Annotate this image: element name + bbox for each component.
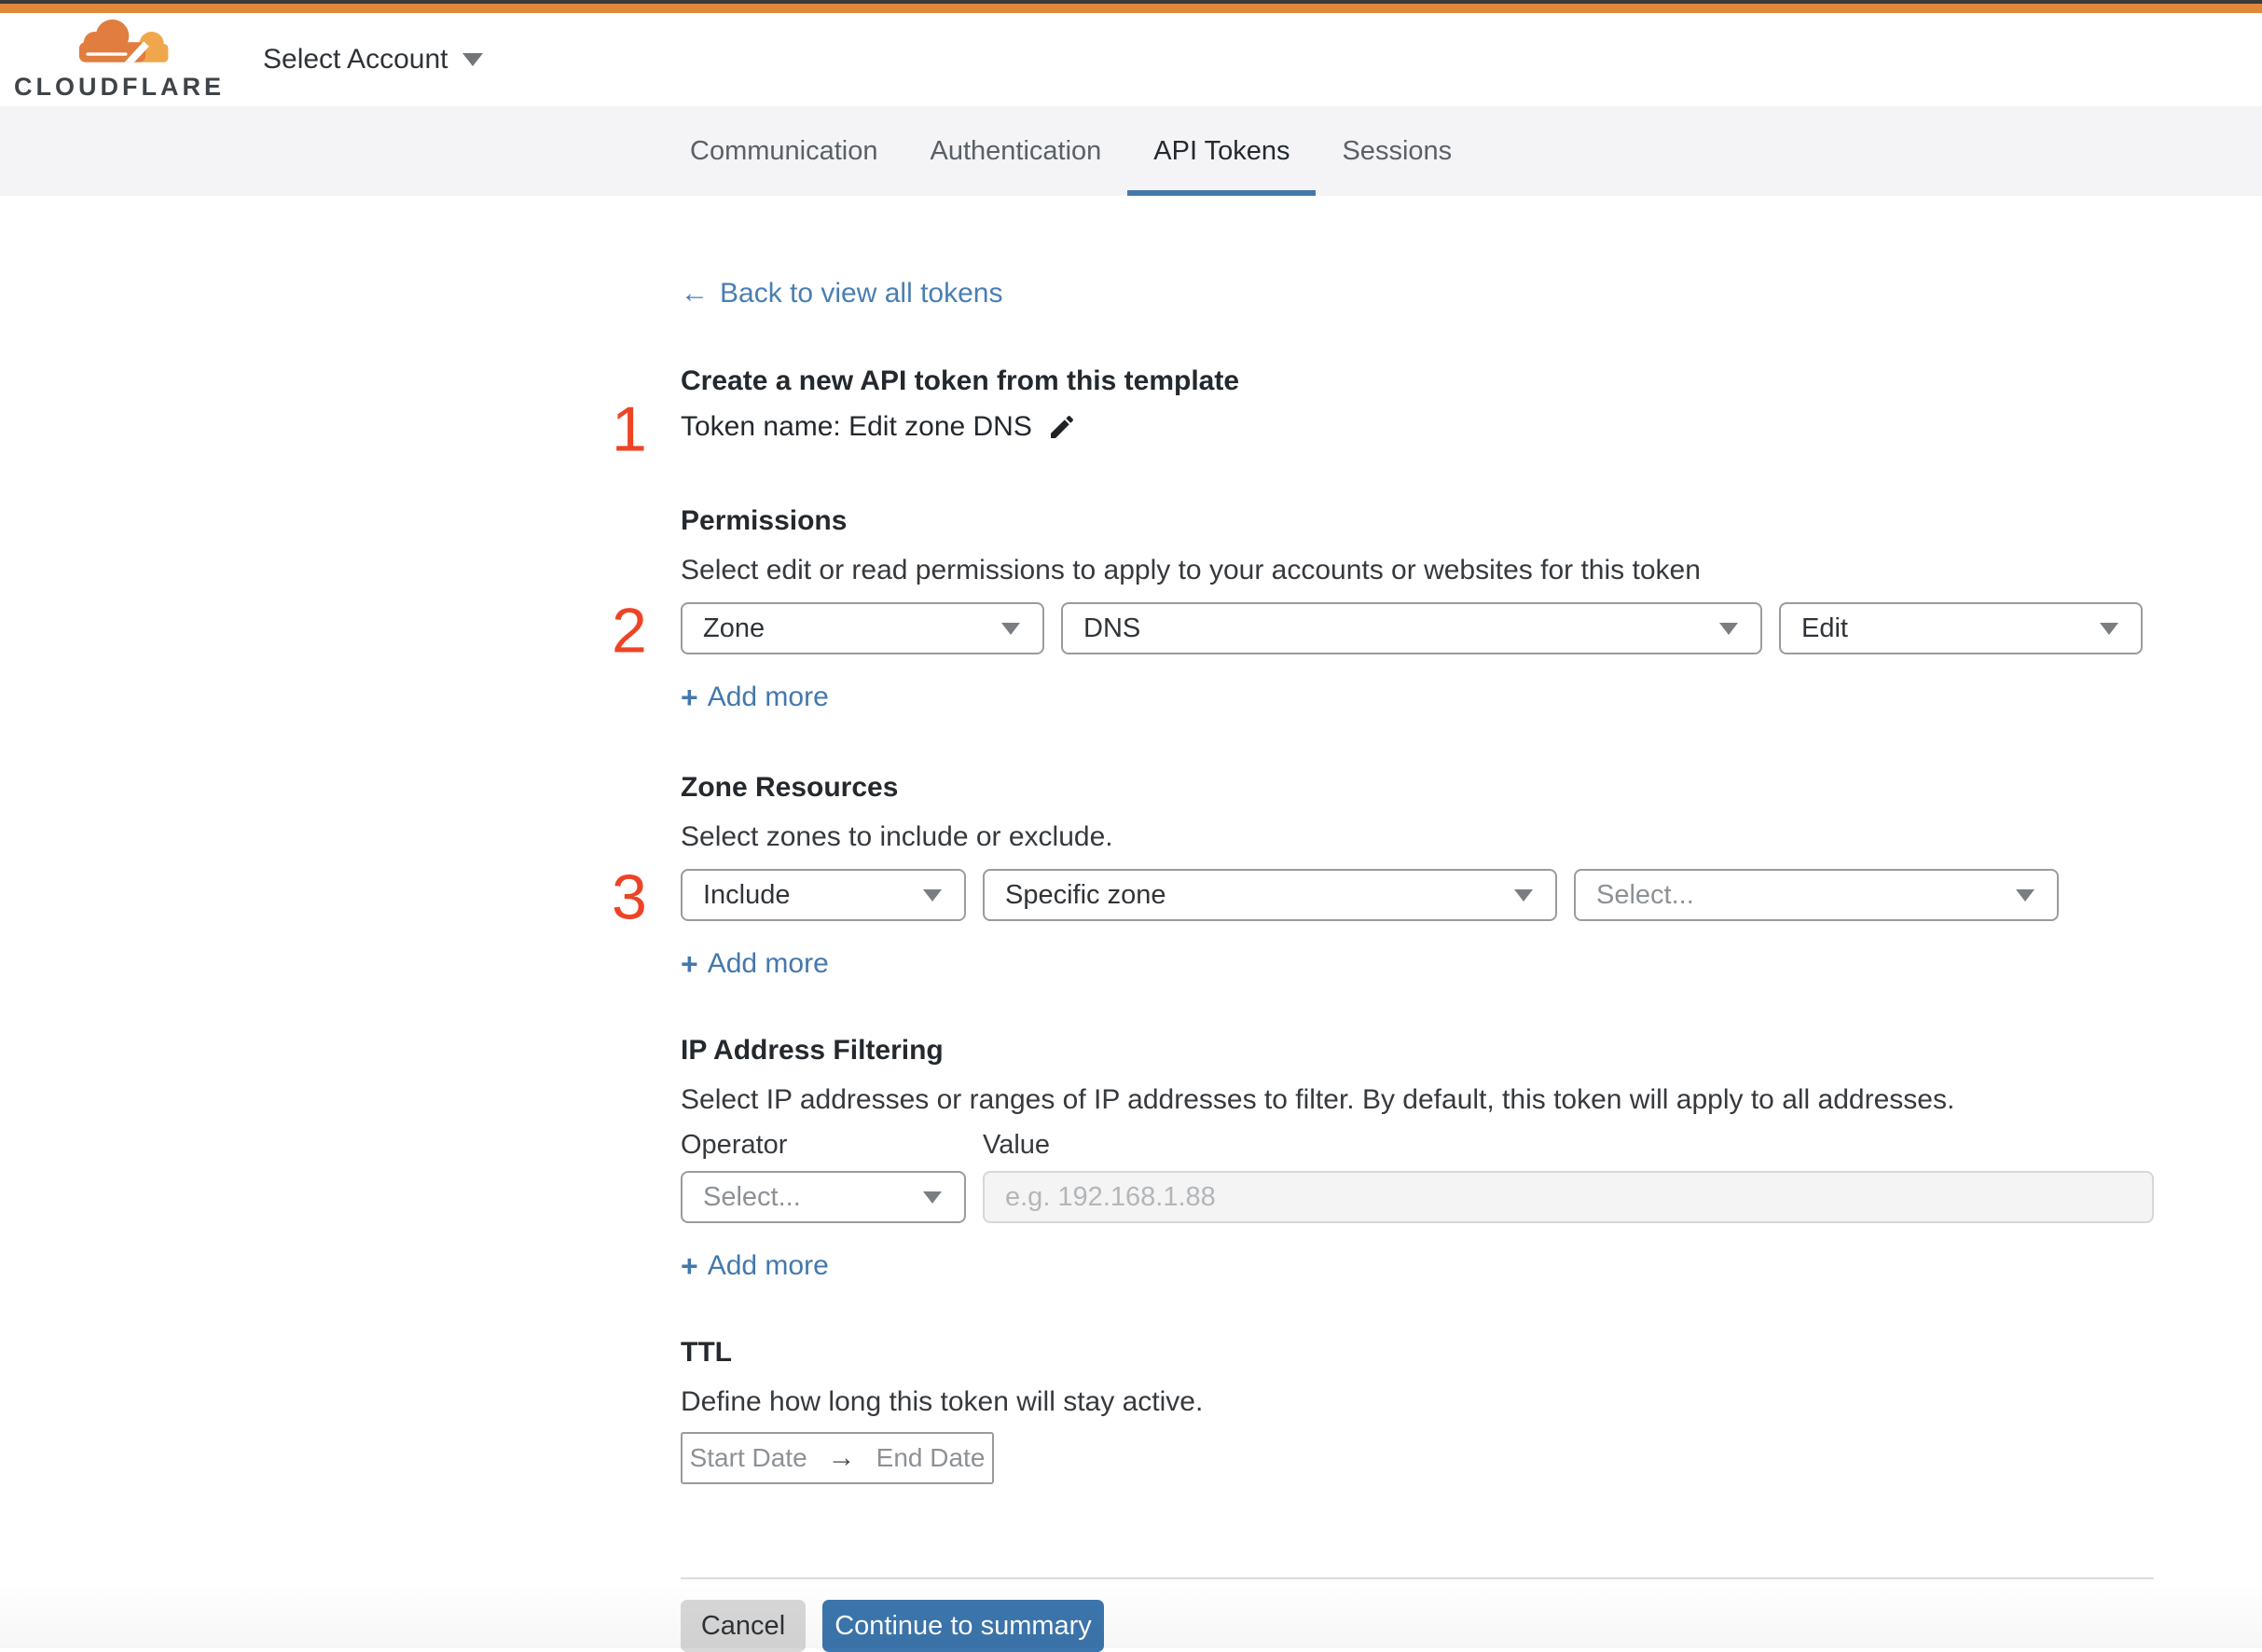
ttl-date-range-picker[interactable]: Start Date → End Date — [681, 1432, 994, 1484]
zone-resources-add-more-button[interactable]: + Add more — [681, 945, 829, 983]
step-number-1: 1 — [612, 393, 647, 465]
ip-filtering-title: IP Address Filtering — [681, 1035, 944, 1066]
page-title: Create a new API token from this templat… — [681, 365, 1240, 396]
chevron-down-icon — [923, 888, 942, 902]
token-name-row: 1 Token name: Edit zone DNS — [612, 398, 2154, 461]
permissions-row: 2 Zone DNS Edit — [612, 599, 2154, 663]
zone-mode-value: Include — [703, 879, 791, 910]
add-more-label: Add more — [707, 681, 829, 712]
token-name-text: Token name: Edit zone DNS — [681, 411, 1032, 442]
zone-mode-select[interactable]: Include — [681, 869, 966, 921]
ip-field-labels: Operator Value — [681, 1128, 2154, 1162]
back-link-label: Back to view all tokens — [720, 278, 1003, 309]
permission-resource-select[interactable]: DNS — [1061, 602, 1762, 654]
permissions-section: Permissions Select edit or read permissi… — [612, 502, 2154, 716]
permissions-title: Permissions — [681, 505, 848, 536]
cancel-button[interactable]: Cancel — [681, 1600, 806, 1652]
ip-filtering-section: IP Address Filtering Select IP addresses… — [681, 1031, 2154, 1285]
cloudflare-wordmark: CLOUDFLARE — [14, 73, 225, 101]
plus-icon: + — [681, 681, 698, 714]
permission-scope-value: Zone — [703, 613, 765, 643]
zone-name-select[interactable]: Select... — [1574, 869, 2059, 921]
tab-sessions[interactable]: Sessions — [1316, 106, 1478, 196]
continue-to-summary-button[interactable]: Continue to summary — [822, 1600, 1104, 1652]
add-more-label: Add more — [707, 1250, 829, 1281]
back-to-tokens-link[interactable]: ← Back to view all tokens — [681, 274, 1002, 313]
chevron-down-icon — [1514, 888, 1533, 902]
end-date-placeholder: End Date — [876, 1443, 986, 1472]
ttl-title: TTL — [681, 1337, 732, 1368]
chevron-down-icon — [923, 1191, 942, 1204]
permission-access-value: Edit — [1801, 613, 1848, 643]
profile-tabbar: Communication Authentication API Tokens … — [0, 106, 2262, 196]
main-content: ← Back to view all tokens Create a new A… — [0, 196, 2262, 1652]
top-orange-stripe — [0, 4, 2262, 13]
permissions-add-more-button[interactable]: + Add more — [681, 679, 829, 716]
ttl-description: Define how long this token will stay act… — [681, 1386, 1204, 1417]
ip-value-input[interactable] — [983, 1171, 2154, 1223]
footer-divider — [681, 1577, 2154, 1579]
account-selector-label: Select Account — [263, 44, 448, 75]
value-label: Value — [983, 1130, 1051, 1160]
ttl-section: TTL Define how long this token will stay… — [681, 1333, 2154, 1484]
zone-resources-description: Select zones to include or exclude. — [681, 821, 1113, 852]
step-number-3: 3 — [612, 861, 647, 933]
permission-scope-select[interactable]: Zone — [681, 602, 1044, 654]
edit-pencil-icon[interactable] — [1047, 412, 1077, 442]
arrow-right-icon: → — [827, 1442, 856, 1473]
permission-access-select[interactable]: Edit — [1779, 602, 2143, 654]
step-number-2: 2 — [612, 595, 647, 667]
zone-type-value: Specific zone — [1005, 879, 1166, 910]
account-selector[interactable]: Select Account — [263, 44, 484, 76]
back-arrow-icon: ← — [681, 278, 709, 309]
plus-icon: + — [681, 947, 698, 981]
zone-name-placeholder: Select... — [1596, 879, 1694, 910]
form-actions: Cancel Continue to summary — [681, 1600, 2154, 1652]
tab-communication[interactable]: Communication — [664, 106, 903, 196]
chevron-down-icon — [1719, 622, 1738, 635]
zone-resources-title: Zone Resources — [681, 772, 899, 803]
chevron-down-icon — [1001, 622, 1020, 635]
ip-operator-select[interactable]: Select... — [681, 1171, 966, 1223]
ip-filtering-description: Select IP addresses or ranges of IP addr… — [681, 1084, 1955, 1115]
start-date-placeholder: Start Date — [689, 1443, 807, 1472]
add-more-label: Add more — [707, 948, 829, 979]
cloudflare-logo: CLOUDFLARE — [14, 18, 221, 102]
zone-resources-row: 3 Include Specific zone Select... — [612, 866, 2154, 929]
tab-authentication[interactable]: Authentication — [903, 106, 1127, 196]
permission-resource-value: DNS — [1083, 613, 1141, 643]
permissions-description: Select edit or read permissions to apply… — [681, 555, 1701, 585]
zone-resources-section: Zone Resources Select zones to include o… — [612, 768, 2154, 983]
cloudflare-cloud-icon — [78, 19, 169, 62]
chevron-down-icon — [462, 53, 484, 66]
app-header: CLOUDFLARE Select Account — [0, 13, 2262, 106]
plus-icon: + — [681, 1249, 698, 1283]
chevron-down-icon — [2100, 622, 2118, 635]
ip-filtering-row: Select... — [681, 1171, 2154, 1223]
chevron-down-icon — [2016, 888, 2034, 902]
ip-operator-placeholder: Select... — [703, 1181, 801, 1212]
ip-filtering-add-more-button[interactable]: + Add more — [681, 1247, 829, 1285]
zone-type-select[interactable]: Specific zone — [983, 869, 1557, 921]
operator-label: Operator — [681, 1130, 788, 1160]
tab-api-tokens[interactable]: API Tokens — [1127, 106, 1317, 196]
